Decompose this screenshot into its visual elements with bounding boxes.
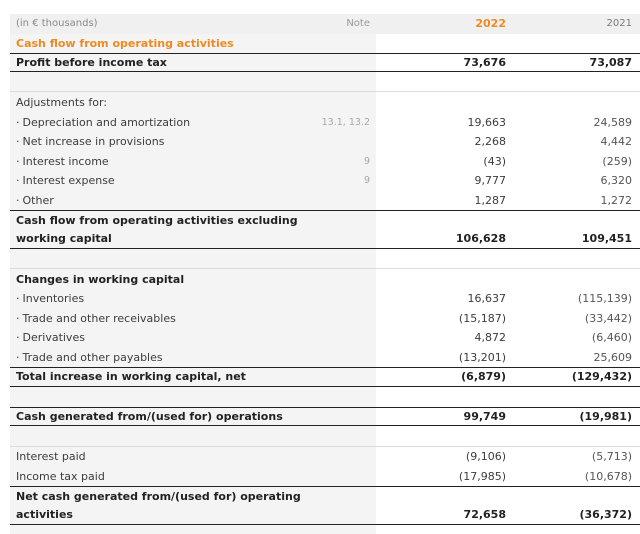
table-row: · Interest income 9 (43) (259): [16, 154, 632, 168]
total-row: Cash generated from/(used for) operation…: [10, 406, 640, 426]
note-header: Note: [346, 18, 370, 30]
table-row: · Depreciation and amortization 13.1, 13.…: [16, 115, 632, 129]
table-row: · Inventories 16,637 (115,139): [16, 292, 632, 306]
subtotal-row: Cash flow from operating activities excl…: [10, 210, 640, 230]
table-row: · Net increase in provisions 2,268 4,442: [16, 135, 632, 149]
year-2021-header: 2021: [606, 18, 632, 30]
spacer-row: [10, 72, 640, 92]
subtotal-row: working capital 106,628 109,451: [10, 230, 640, 249]
table-row: Interest paid (9,106) (5,713): [16, 450, 632, 464]
table-row: · Trade and other receivables (15,187) (3…: [16, 311, 632, 325]
table-row: Profit before income tax 73,676 73,087: [10, 52, 640, 72]
table-row: Income tax paid (17,985) (10,678): [16, 469, 632, 483]
cash-flow-table: (in € thousands) Note 2022 2021 Cash flo…: [0, 0, 640, 534]
table-row: Adjustments for:: [16, 96, 108, 110]
year-2022-header: 2022: [475, 17, 506, 31]
spacer-row: [10, 387, 640, 407]
table-row: · Interest expense 9 9,777 6,320: [16, 174, 632, 188]
spacer-row: [10, 249, 640, 269]
table-header: (in € thousands) Note 2022 2021: [10, 14, 640, 34]
total-row: Total increase in working capital, net (…: [10, 367, 640, 387]
section-title-working-capital: Changes in working capital: [16, 272, 185, 286]
spacer-row: [10, 427, 640, 447]
unit-label: (in € thousands): [16, 18, 98, 30]
section-title-operating: Cash flow from operating activities: [16, 37, 234, 51]
net-total-row: Net cash generated from/(used for) opera…: [10, 486, 640, 506]
net-total-row: activities 72,658 (36,372): [10, 506, 640, 525]
table-row: · Trade and other payables (13,201) 25,60…: [16, 350, 632, 364]
table-row: · Other 1,287 1,272: [16, 193, 632, 207]
table-row: · Derivatives 4,872 (6,460): [16, 331, 632, 345]
